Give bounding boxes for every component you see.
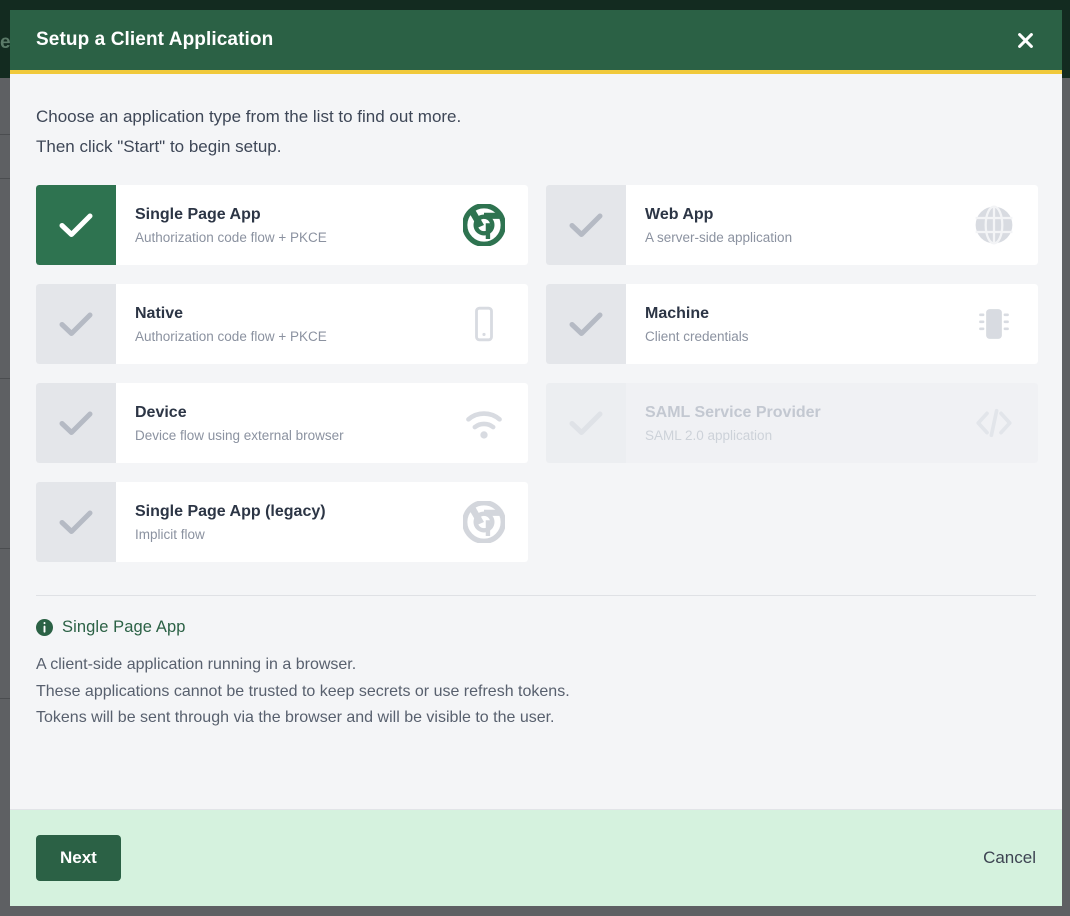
- description-heading: Single Page App: [36, 618, 1036, 637]
- card-text: Web App A server-side application: [645, 205, 792, 246]
- globe-icon: [972, 203, 1016, 247]
- card-title: Single Page App (legacy): [135, 502, 326, 520]
- description-line: Tokens will be sent through via the brow…: [36, 709, 555, 726]
- application-type-description: Single Page App A client-side applicatio…: [36, 596, 1036, 732]
- card-subtitle: Client credentials: [645, 328, 749, 344]
- card-title: Native: [135, 304, 184, 322]
- app-type-card-single-page-app[interactable]: Single Page App Authorization code flow …: [36, 185, 528, 265]
- card-title: Web App: [645, 205, 714, 223]
- chrome-icon: [462, 203, 506, 247]
- card-title: SAML Service Provider: [645, 403, 821, 421]
- intro-line-1: Choose an application type from the list…: [36, 107, 462, 126]
- description-body: A client-side application running in a b…: [36, 652, 1036, 732]
- card-subtitle: Implicit flow: [135, 526, 205, 542]
- chrome-icon: [462, 500, 506, 544]
- dialog-header: Setup a Client Application: [10, 10, 1062, 70]
- card-content: Single Page App (legacy) Implicit flow: [116, 482, 528, 562]
- card-text: SAML Service Provider SAML 2.0 applicati…: [645, 403, 821, 444]
- description-line: A client-side application running in a b…: [36, 656, 357, 673]
- intro-text: Choose an application type from the list…: [36, 102, 1036, 162]
- card-subtitle: A server-side application: [645, 229, 793, 245]
- card-subtitle: Device flow using external browser: [135, 427, 344, 443]
- selection-indicator: [36, 383, 116, 463]
- close-icon[interactable]: [1010, 25, 1040, 55]
- card-text: Single Page App (legacy) Implicit flow: [135, 502, 326, 543]
- card-subtitle: Authorization code flow + PKCE: [135, 328, 327, 344]
- next-button[interactable]: Next: [36, 835, 121, 881]
- dialog-title: Setup a Client Application: [36, 29, 274, 50]
- info-circle-icon: [36, 619, 53, 636]
- app-type-card-device[interactable]: Device Device flow using external browse…: [36, 383, 528, 463]
- app-type-card-native[interactable]: Native Authorization code flow + PKCE: [36, 284, 528, 364]
- card-text: Native Authorization code flow + PKCE: [135, 304, 327, 345]
- card-text: Device Device flow using external browse…: [135, 403, 344, 444]
- card-content: Native Authorization code flow + PKCE: [116, 284, 528, 364]
- microchip-icon: [972, 302, 1016, 346]
- intro-line-2: Then click "Start" to begin setup.: [36, 137, 282, 156]
- selection-indicator: [36, 284, 116, 364]
- card-subtitle: SAML 2.0 application: [645, 427, 773, 443]
- application-type-list: Single Page App Authorization code flow …: [36, 185, 1038, 562]
- dialog-body: Choose an application type from the list…: [10, 74, 1062, 809]
- code-brackets-icon: [972, 401, 1016, 445]
- selection-indicator: [36, 482, 116, 562]
- mobile-phone-icon: [462, 302, 506, 346]
- setup-client-application-dialog: Setup a Client Application Choose an app…: [10, 10, 1062, 906]
- card-content: Device Device flow using external browse…: [116, 383, 528, 463]
- cancel-button[interactable]: Cancel: [983, 848, 1036, 868]
- selection-indicator: [546, 185, 626, 265]
- card-subtitle: Authorization code flow + PKCE: [135, 229, 327, 245]
- app-type-card-machine[interactable]: Machine Client credentials: [546, 284, 1038, 364]
- card-title: Single Page App: [135, 205, 261, 223]
- card-content: Web App A server-side application: [626, 185, 1038, 265]
- card-title: Machine: [645, 304, 710, 322]
- card-content: SAML Service Provider SAML 2.0 applicati…: [626, 383, 1038, 463]
- wifi-icon: [462, 401, 506, 445]
- card-content: Machine Client credentials: [626, 284, 1038, 364]
- card-content: Single Page App Authorization code flow …: [116, 185, 528, 265]
- app-type-card-saml-service-provider: SAML Service Provider SAML 2.0 applicati…: [546, 383, 1038, 463]
- card-title: Device: [135, 403, 187, 421]
- dialog-footer: Next Cancel: [10, 809, 1062, 906]
- selection-indicator: [546, 284, 626, 364]
- description-title: Single Page App: [62, 618, 186, 636]
- card-text: Machine Client credentials: [645, 304, 749, 345]
- app-type-card-web-app[interactable]: Web App A server-side application: [546, 185, 1038, 265]
- description-line: These applications cannot be trusted to …: [36, 682, 570, 700]
- selection-indicator: [546, 383, 626, 463]
- app-type-card-single-page-app-legacy[interactable]: Single Page App (legacy) Implicit flow: [36, 482, 528, 562]
- card-text: Single Page App Authorization code flow …: [135, 205, 327, 246]
- selection-indicator: [36, 185, 116, 265]
